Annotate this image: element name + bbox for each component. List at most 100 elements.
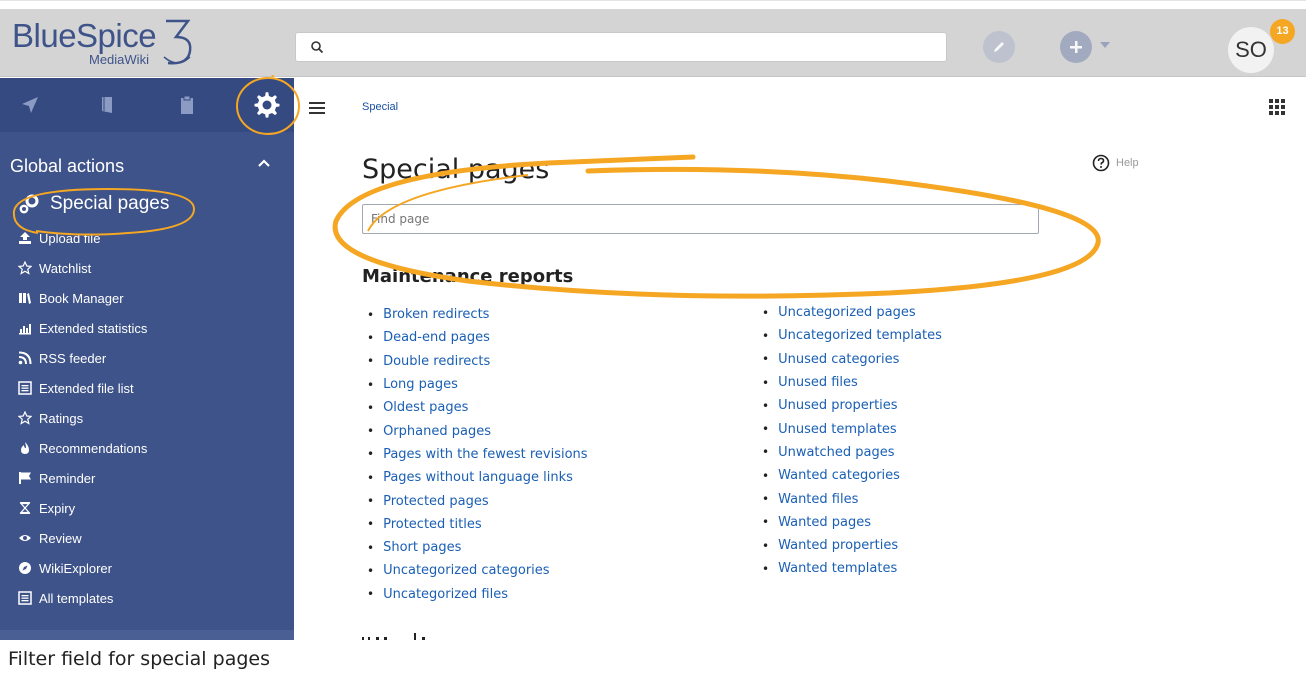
special-page-link-label[interactable]: Short pages <box>383 540 461 555</box>
special-page-link-label[interactable]: Unused categories <box>778 352 899 367</box>
sidebar-item-wikiexplorer[interactable]: WikiExplorer <box>18 557 112 579</box>
search-bar[interactable] <box>295 32 947 62</box>
sidebar-item-book-manager[interactable]: Book Manager <box>18 287 124 309</box>
help-link[interactable]: Help <box>1092 154 1139 172</box>
special-page-link[interactable]: Unused templates <box>757 417 942 440</box>
special-page-link-label[interactable]: Double redirects <box>383 354 490 369</box>
sidebar-item-label: Special pages <box>50 193 170 214</box>
special-page-link-label[interactable]: Uncategorized files <box>383 587 508 602</box>
chevron-down-icon[interactable] <box>1100 42 1110 48</box>
sidebar-item-reminder[interactable]: Reminder <box>18 467 95 489</box>
notification-badge[interactable]: 13 <box>1270 19 1295 44</box>
special-page-link[interactable]: Wanted pages <box>757 511 942 534</box>
gear-icon[interactable] <box>252 90 282 120</box>
special-page-link-label[interactable]: Unused properties <box>778 398 898 413</box>
special-page-link[interactable]: Unused categories <box>757 348 942 371</box>
special-page-link[interactable]: Uncategorized pages <box>757 301 942 324</box>
special-page-link[interactable]: Broken redirects <box>362 303 588 326</box>
sidebar-item-label: Ratings <box>39 410 84 426</box>
special-page-link-label[interactable]: Oldest pages <box>383 400 468 415</box>
special-page-link[interactable]: Uncategorized files <box>362 583 588 606</box>
sidebar-item-ratings[interactable]: Ratings <box>18 407 83 429</box>
special-page-link-label[interactable]: Unused files <box>778 375 858 390</box>
special-page-link[interactable]: Wanted categories <box>757 464 942 487</box>
special-page-link[interactable]: Pages with the fewest revisions <box>362 443 587 466</box>
sidebar-item-expiry[interactable]: Expiry <box>18 497 75 519</box>
special-page-link-label[interactable]: Dead-end pages <box>383 330 490 345</box>
eye-icon <box>18 531 32 545</box>
special-page-link-label[interactable]: Broken redirects <box>383 307 489 322</box>
sidebar-item-label: Reminder <box>39 470 96 486</box>
sidebar-item-all-templates[interactable]: All templates <box>18 587 113 609</box>
sidebar-item-rss-feeder[interactable]: RSS feeder <box>18 347 106 369</box>
special-page-link-label[interactable]: Uncategorized categories <box>383 563 549 578</box>
sidebar-item-extended-file-list[interactable]: Extended file list <box>18 377 134 399</box>
special-page-link[interactable]: Unused files <box>757 371 942 394</box>
special-page-link-label[interactable]: Protected pages <box>383 494 489 509</box>
clipboard-icon[interactable] <box>175 93 199 117</box>
special-page-link-label[interactable]: Unused templates <box>778 422 897 437</box>
special-page-link[interactable]: Protected titles <box>362 513 588 536</box>
special-page-link[interactable]: Uncategorized templates <box>757 324 942 347</box>
search-icon <box>311 41 324 54</box>
special-page-link[interactable]: Unwatched pages <box>757 441 942 464</box>
special-page-link-label[interactable]: Pages with the fewest revisions <box>383 447 587 462</box>
list-icon <box>18 591 32 605</box>
list-icon <box>18 381 32 395</box>
maintenance-links-column-2: Uncategorized pages Uncategorized templat… <box>757 301 942 581</box>
special-page-link[interactable]: Wanted templates <box>757 557 942 580</box>
pencil-icon <box>994 42 1004 52</box>
book-icon[interactable] <box>96 93 120 117</box>
sidebar-item-label: Watchlist <box>39 260 92 276</box>
edit-button[interactable] <box>983 31 1015 63</box>
bluespice-logo[interactable]: BlueSpice MediaWiki <box>10 15 200 69</box>
special-page-link-label[interactable]: Unwatched pages <box>778 445 894 460</box>
special-page-link[interactable]: Protected pages <box>362 489 588 512</box>
special-page-link[interactable]: Wanted files <box>757 487 942 510</box>
special-page-link-label[interactable]: Wanted properties <box>778 538 898 553</box>
apps-grid-icon[interactable] <box>1268 98 1286 116</box>
hamburger-menu-icon[interactable] <box>308 100 328 116</box>
user-avatar[interactable]: SO <box>1228 27 1274 73</box>
sidebar-item-label: RSS feeder <box>39 350 107 366</box>
special-page-link-label[interactable]: Uncategorized templates <box>778 328 942 343</box>
special-page-link[interactable]: Orphaned pages <box>362 419 588 442</box>
special-page-link-label[interactable]: Long pages <box>383 377 458 392</box>
special-page-link[interactable]: Unused properties <box>757 394 942 417</box>
special-page-link[interactable]: Dead-end pages <box>362 326 588 349</box>
special-page-link[interactable]: Pages without language links <box>362 466 588 489</box>
special-page-link-label[interactable]: Wanted templates <box>778 561 897 576</box>
special-page-link-label[interactable]: Orphaned pages <box>383 424 491 439</box>
find-page-input[interactable] <box>362 204 1039 234</box>
next-section-heading-cutoff <box>362 633 425 640</box>
sidebar-item-special-pages[interactable]: Special pages <box>18 193 169 215</box>
sidebar-item-label: Expiry <box>39 500 76 516</box>
special-page-link[interactable]: Wanted properties <box>757 534 942 557</box>
star-outline-icon <box>18 261 32 275</box>
figure-caption: Filter field for special pages <box>8 648 270 670</box>
special-page-link-label[interactable]: Wanted files <box>778 492 858 507</box>
sidebar-item-extended-statistics[interactable]: Extended statistics <box>18 317 147 339</box>
sidebar-item-label: Extended file list <box>39 380 134 396</box>
special-page-link[interactable]: Short pages <box>362 536 588 559</box>
special-page-link[interactable]: Double redirects <box>362 350 588 373</box>
add-button[interactable] <box>1060 31 1092 63</box>
special-page-link-label[interactable]: Uncategorized pages <box>778 305 916 320</box>
special-page-link-label[interactable]: Protected titles <box>383 517 482 532</box>
sidebar-item-watchlist[interactable]: Watchlist <box>18 257 91 279</box>
sidebar-item-review[interactable]: Review <box>18 527 82 549</box>
special-page-link[interactable]: Uncategorized categories <box>362 559 588 582</box>
navigation-arrow-icon[interactable] <box>18 93 42 117</box>
special-page-link[interactable]: Long pages <box>362 373 588 396</box>
sidebar-item-upload-file[interactable]: Upload file <box>18 227 100 249</box>
hourglass-icon <box>18 501 32 515</box>
special-page-link[interactable]: Oldest pages <box>362 396 588 419</box>
special-page-link-label[interactable]: Wanted pages <box>778 515 871 530</box>
top-header: BlueSpice MediaWiki SO 13 <box>0 9 1306 77</box>
sidebar-item-recommendations[interactable]: Recommendations <box>18 437 147 459</box>
chevron-up-icon[interactable] <box>258 158 270 168</box>
special-page-link-label[interactable]: Wanted categories <box>778 468 900 483</box>
breadcrumb[interactable]: Special <box>362 101 398 113</box>
search-input[interactable] <box>332 36 932 58</box>
special-page-link-label[interactable]: Pages without language links <box>383 470 573 485</box>
